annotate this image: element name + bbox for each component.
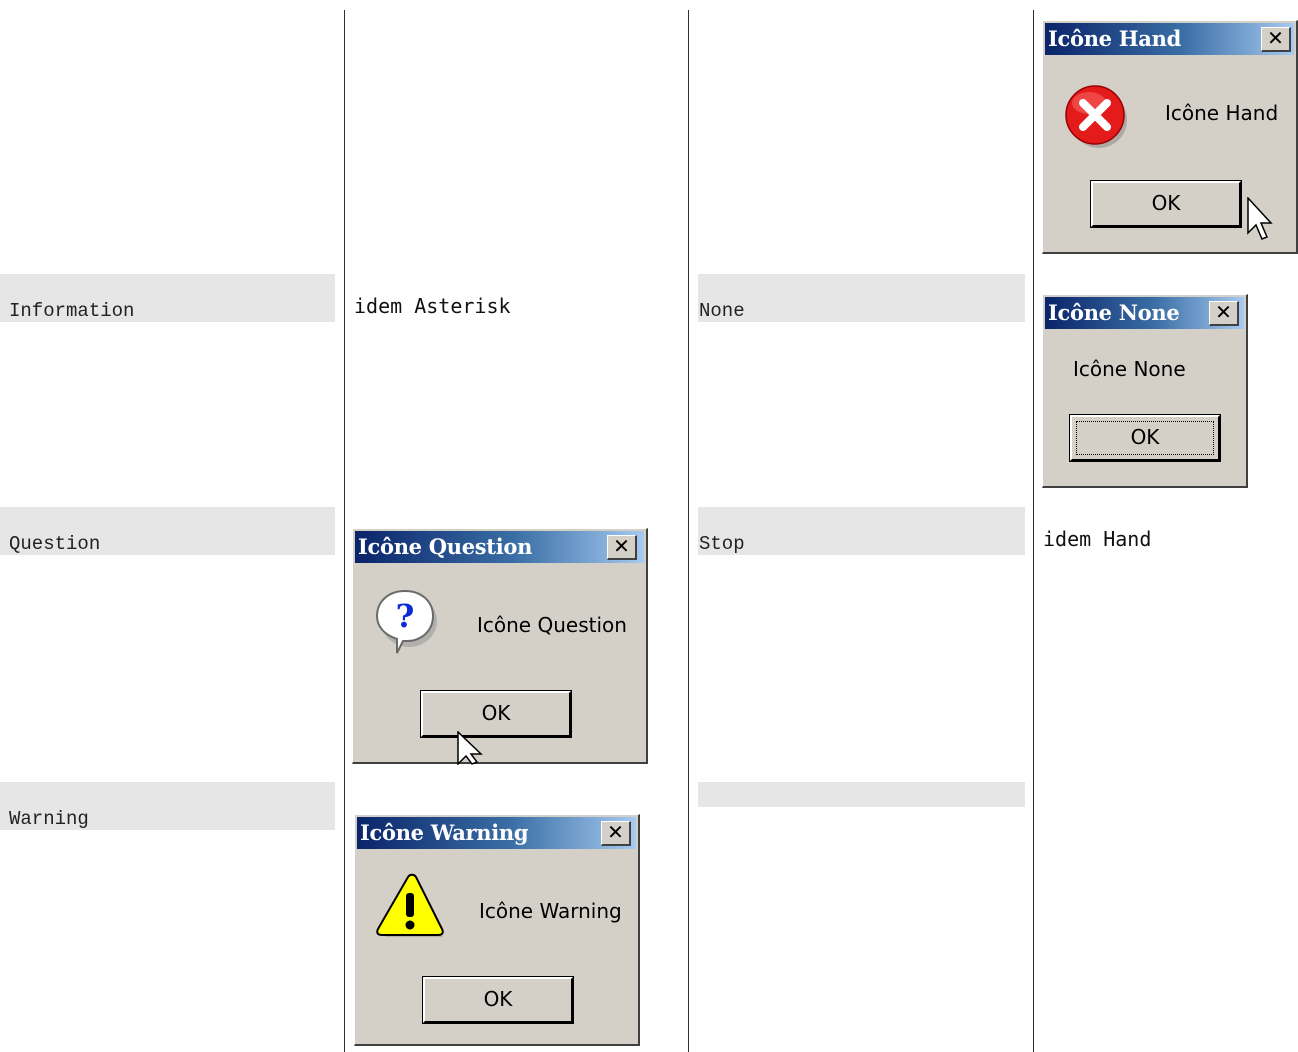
column-divider-2 bbox=[688, 10, 689, 1052]
close-button[interactable]: ✕ bbox=[601, 821, 631, 846]
label-cell-warning: Warning bbox=[0, 782, 335, 830]
mouse-cursor-icon bbox=[457, 731, 483, 765]
dialog-title: Icône Hand bbox=[1048, 26, 1181, 51]
label-warning: Warning bbox=[9, 808, 89, 830]
dialog-title: Icône Question bbox=[358, 534, 533, 559]
label-stop: Stop bbox=[699, 533, 745, 555]
label-information: Information bbox=[9, 300, 135, 322]
ok-button[interactable]: OK bbox=[1090, 180, 1242, 228]
dialog-titlebar: Icône Hand ✕ bbox=[1045, 23, 1294, 55]
close-icon: ✕ bbox=[1215, 300, 1232, 324]
note-idem-asterisk: idem Asterisk bbox=[354, 294, 511, 318]
close-button[interactable]: ✕ bbox=[1261, 27, 1291, 52]
column-divider-1 bbox=[344, 10, 345, 1052]
dialog-message: Icône Hand bbox=[1165, 101, 1279, 125]
dialog-message: Icône None bbox=[1073, 357, 1186, 381]
dialog-message: Icône Question bbox=[477, 613, 627, 637]
dialog-titlebar: Icône Warning ✕ bbox=[357, 817, 636, 849]
warning-icon bbox=[376, 873, 444, 937]
column-divider-3 bbox=[1033, 10, 1034, 1052]
dialog-question: Icône Question ✕ ? Icône Question OK bbox=[352, 528, 648, 765]
label-cell-empty bbox=[698, 782, 1025, 807]
label-question: Question bbox=[9, 533, 101, 555]
close-icon: ✕ bbox=[607, 820, 624, 844]
mouse-cursor-icon bbox=[1247, 197, 1273, 240]
close-icon: ✕ bbox=[613, 534, 630, 558]
close-icon: ✕ bbox=[1267, 26, 1284, 50]
ok-button[interactable]: OK bbox=[1069, 414, 1221, 462]
question-icon: ? bbox=[375, 589, 437, 654]
label-cell-information: Information bbox=[0, 274, 335, 322]
close-button[interactable]: ✕ bbox=[607, 535, 637, 560]
dialog-warning: Icône Warning ✕ Icône Warning OK bbox=[354, 814, 640, 1046]
label-none: None bbox=[699, 300, 745, 322]
dialog-none: Icône None ✕ Icône None OK bbox=[1042, 294, 1248, 488]
ok-button[interactable]: OK bbox=[420, 690, 572, 738]
ok-button[interactable]: OK bbox=[422, 976, 574, 1024]
close-button[interactable]: ✕ bbox=[1209, 301, 1239, 326]
note-idem-hand: idem Hand bbox=[1043, 527, 1152, 551]
label-cell-question: Question bbox=[0, 507, 335, 555]
dialog-message: Icône Warning bbox=[479, 899, 622, 923]
dialog-title: Icône Warning bbox=[360, 820, 529, 845]
dialog-title: Icône None bbox=[1048, 300, 1180, 325]
dialog-hand: Icône Hand ✕ Icône Hand OK bbox=[1042, 20, 1298, 254]
dialog-titlebar: Icône None ✕ bbox=[1045, 297, 1244, 329]
label-cell-stop: Stop bbox=[698, 507, 1025, 555]
label-cell-none: None bbox=[698, 274, 1025, 322]
svg-text:?: ? bbox=[396, 597, 415, 635]
dialog-titlebar: Icône Question ✕ bbox=[355, 531, 644, 563]
error-icon bbox=[1065, 85, 1127, 148]
